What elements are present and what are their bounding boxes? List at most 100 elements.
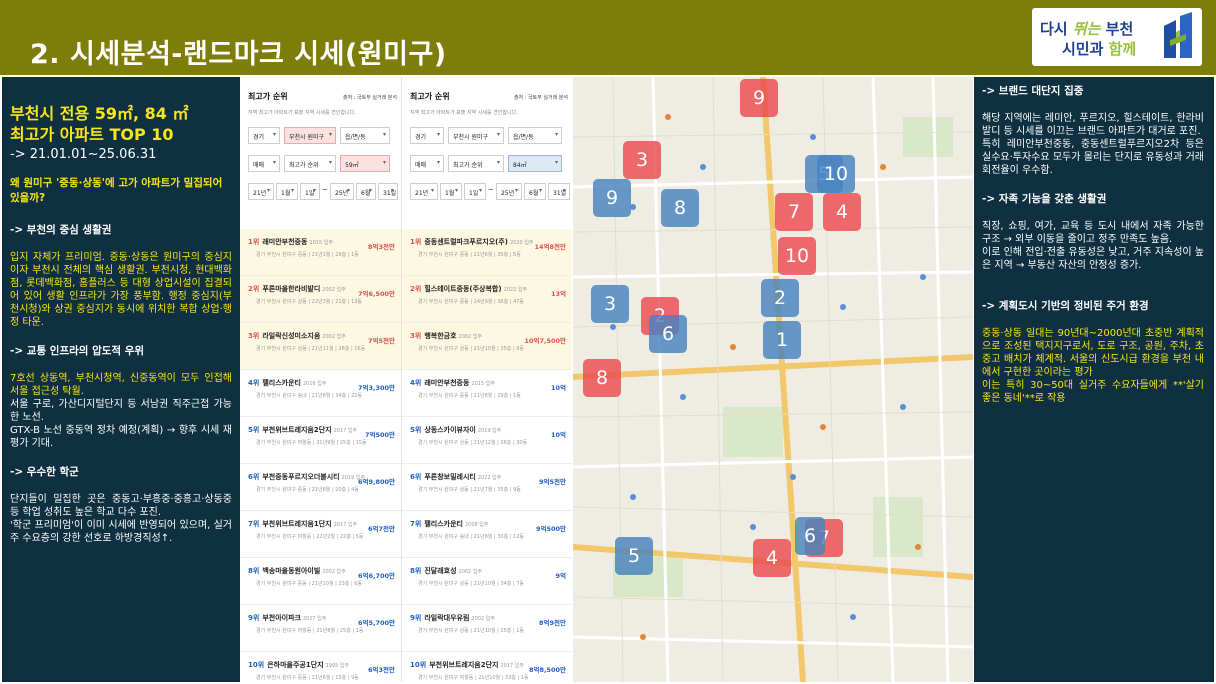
map-marker-red-7[interactable]: 7 <box>775 193 813 231</box>
date-range-tilde: ~ <box>322 186 328 194</box>
move-in-year: 2020 입주 <box>510 240 534 246</box>
region-select[interactable]: 경기 <box>248 127 280 144</box>
ranking-list-59: 1위 래미안부천중동 2015 입주 경기 부천시 원미구 중동 | 21년1월 | … <box>240 229 401 682</box>
map-marker-red-9[interactable]: 9 <box>740 79 778 117</box>
apartment-name: 푸른창보밀레시티 <box>424 473 476 481</box>
move-in-year: 2015 입주 <box>309 240 333 246</box>
table-row[interactable]: 7위 팰리스카운티 2008 입주 경기 부천시 원미구 송내 | 21년8월 | 3… <box>402 511 572 558</box>
right-section-3-title: -> 계획도시 기반의 정비된 주거 환경 <box>982 300 1149 312</box>
rank-number: 3위 <box>248 332 260 340</box>
dong-select[interactable]: 읍/면/동 <box>508 127 562 144</box>
from-month-select[interactable]: 1월 <box>440 183 462 200</box>
area-select[interactable]: 59㎡ <box>340 155 390 172</box>
apartment-name: 팰리스카운티 <box>424 520 463 528</box>
table-row[interactable]: 3위 라일락신성미소지움 2002 입주 경기 부천시 원미구 상동 | 21년11월… <box>240 323 401 370</box>
left-period: -> 21.01.01~25.06.31 <box>10 147 157 162</box>
map-marker-blue-10[interactable]: 10 <box>817 155 855 193</box>
city-select[interactable]: 부천시 원미구 <box>448 127 504 144</box>
table-row[interactable]: 5위 부천위브트레지움2단지 2017 입주 경기 부천시 원미구 여월동 | 21년… <box>240 417 401 464</box>
apartment-name: 래미안부천중동 <box>424 379 470 387</box>
table-row[interactable]: 3위 행복한금호 2002 입주 경기 부천시 원미구 상동 | 21년10월 | 3… <box>402 323 572 370</box>
table-row[interactable]: 4위 래미안부천중동 2015 입주 경기 부천시 원미구 중동 | 21년8월 | … <box>402 370 572 417</box>
map-marker-red-4[interactable]: 4 <box>823 193 861 231</box>
table-row[interactable]: 8위 진달래효성 2002 입주 경기 부천시 원미구 상동 | 21년10월 | 3… <box>402 558 572 605</box>
area-select[interactable]: 84㎡ <box>508 155 562 172</box>
top-price: 9억 <box>555 572 566 580</box>
trade-select[interactable]: 매매 <box>410 155 444 172</box>
bucheon-emblem-icon <box>1164 12 1192 58</box>
map-marker-blue-9[interactable]: 9 <box>593 179 631 217</box>
table-row[interactable]: 8위 백송마을동원아이빌 2002 입주 경기 부천시 원미구 중동 | 21년10월… <box>240 558 401 605</box>
top-price: 7억6,500만 <box>357 290 395 298</box>
apartment-name: 라일락대우유림 <box>424 614 470 622</box>
rank-number: 5위 <box>410 426 422 434</box>
map-marker-blue-5b[interactable]: 5 <box>615 537 653 575</box>
table-row[interactable]: 7위 부천위브트레지움1단지 2017 입주 경기 부천시 원미구 여월동 | 22년… <box>240 511 401 558</box>
map-marker-red-10[interactable]: 10 <box>778 237 816 275</box>
move-in-year: 2002 입주 <box>458 334 483 340</box>
from-month-select[interactable]: 1월 <box>276 183 298 200</box>
trade-meta: 경기 부천시 원미구 상동 | 21년10월 | 34층 | 7동 <box>418 581 525 587</box>
trade-meta: 경기 부천시 원미구 중동 | 21년10월 | 23층 | 6동 <box>256 581 363 587</box>
dong-select[interactable]: 읍/면/동 <box>340 127 390 144</box>
city-select[interactable]: 부천시 원미구 <box>284 127 336 144</box>
table-row[interactable]: 2위 푸른마을한라비발디 2002 입주 경기 부천시 원미구 상동 | 22년3월 … <box>240 276 401 323</box>
area-map[interactable]: 9 3 7 4 10 2 8 4 5 7 9 8 10 3 2 6 1 5 6 <box>573 77 973 682</box>
from-day-select[interactable]: 1일 <box>300 183 320 200</box>
table-row[interactable]: 2위 힐스테이트중동(주상복합) 2022 입주 경기 부천시 원미구 중동 | 24… <box>402 276 572 323</box>
top-price: 7억5천만 <box>368 337 395 345</box>
table-row[interactable]: 10위 은하마을주공1단지 1995 입주 경기 부천시 원미구 중동 | 21년6월… <box>240 652 401 682</box>
to-day-select[interactable]: 31일 <box>548 183 570 200</box>
left-section-1-title: -> 부천의 중심 생활권 <box>10 224 112 236</box>
apartment-name: 은하마을주공1단지 <box>267 661 324 669</box>
left-section-3-text-2: '학군 프리미엄'이 이미 시세에 반영되어 있으며, 실거주 수요층의 강한 … <box>10 520 232 544</box>
move-in-year: 2008 입주 <box>464 522 489 528</box>
table-row[interactable]: 6위 푸른창보밀레시티 2022 입주 경기 부천시 원미구 상동 | 21년7월 |… <box>402 464 572 511</box>
map-marker-blue-3[interactable]: 3 <box>591 285 629 323</box>
table-row[interactable]: 4위 팰리스카운티 2016 입주 경기 부천시 원미구 송내 | 21년8월 | 3… <box>240 370 401 417</box>
table-row[interactable]: 5위 상동스카이뷰자이 2019 입주 경기 부천시 원미구 상동 | 21년12월 … <box>402 417 572 464</box>
right-section-3-text-1: 중동·상동 일대는 90년대~2000년대 초중반 계획적으로 조성된 택지지구… <box>982 328 1204 378</box>
rank-number: 8위 <box>248 567 260 575</box>
sort-select[interactable]: 최고가 순위 <box>448 155 504 172</box>
left-heading-1: 부천시 전용 59㎡, 84 ㎡ <box>10 104 189 123</box>
move-in-year: 2002 입주 <box>458 569 483 575</box>
table-row[interactable]: 1위 래미안부천중동 2015 입주 경기 부천시 원미구 중동 | 21년1월 | … <box>240 229 401 276</box>
table-row[interactable]: 9위 부천아이파크 2017 입주 경기 부천시 원미구 여월동 | 21년8월 | … <box>240 605 401 652</box>
to-year-select[interactable]: 25년 <box>330 183 354 200</box>
from-day-select[interactable]: 1일 <box>464 183 486 200</box>
to-day-select[interactable]: 31일 <box>378 183 398 200</box>
apartment-name: 백송마을동원아이빌 <box>262 567 321 575</box>
trade-meta: 경기 부천시 원미구 상동 | 21년10월 | 35층 | 8동 <box>418 346 525 352</box>
to-month-select[interactable]: 6월 <box>356 183 376 200</box>
map-marker-blue-8[interactable]: 8 <box>661 189 699 227</box>
move-in-year: 2019 입주 <box>477 428 502 434</box>
map-marker-red-8[interactable]: 8 <box>583 359 621 397</box>
left-section-2-text-2: GTX-B 노선 중동역 정차 예정(계획) → 향후 시세 재평가 기대. <box>10 425 232 449</box>
move-in-year: 2022 입주 <box>477 475 502 481</box>
table-row[interactable]: 6위 부천중동푸르지오더블시티 2019 입주 경기 부천시 원미구 중동 | 21년… <box>240 464 401 511</box>
trade-select[interactable]: 매매 <box>248 155 280 172</box>
table-row[interactable]: 1위 중동센트럴파크푸르지오(주) 2020 입주 경기 부천시 원미구 중동 | 2… <box>402 229 572 276</box>
table-row[interactable]: 10위 부천위브트레지움2단지 2017 입주 경기 부천시 원미구 여월동 | 21… <box>402 652 572 682</box>
trade-meta: 경기 부천시 원미구 중동 | 21년8월 | 20층 | 4동 <box>256 487 359 493</box>
trade-meta: 경기 부천시 원미구 상동 | 21년11월 | 26층 | 16동 <box>256 346 366 352</box>
city-logo: 다시 뛰는 부천 시민과 함께 <box>1032 8 1202 66</box>
map-marker-red-3[interactable]: 3 <box>623 141 661 179</box>
from-year-select[interactable]: 21년 <box>248 183 274 200</box>
region-select[interactable]: 경기 <box>410 127 444 144</box>
map-marker-blue-6b[interactable]: 6 <box>795 517 825 555</box>
table-row[interactable]: 9위 라일락대우유림 2002 입주 경기 부천시 원미구 상동 | 21년10월 |… <box>402 605 572 652</box>
trade-meta: 경기 부천시 원미구 송내 | 21년8월 | 34층 | 22동 <box>256 393 363 399</box>
panel-title: 최고가 순위 <box>410 92 450 101</box>
map-marker-blue-2[interactable]: 2 <box>761 279 799 317</box>
from-year-select[interactable]: 21년 <box>410 183 438 200</box>
apartment-name: 팰리스카운티 <box>262 379 301 387</box>
map-marker-blue-6[interactable]: 6 <box>649 315 687 353</box>
map-marker-red-4b[interactable]: 4 <box>753 539 791 577</box>
left-heading-2: 최고가 아파트 TOP 10 <box>10 125 174 144</box>
map-marker-blue-1[interactable]: 1 <box>763 321 801 359</box>
to-year-select[interactable]: 25년 <box>496 183 522 200</box>
sort-select[interactable]: 최고가 순위 <box>284 155 336 172</box>
to-month-select[interactable]: 6월 <box>524 183 546 200</box>
